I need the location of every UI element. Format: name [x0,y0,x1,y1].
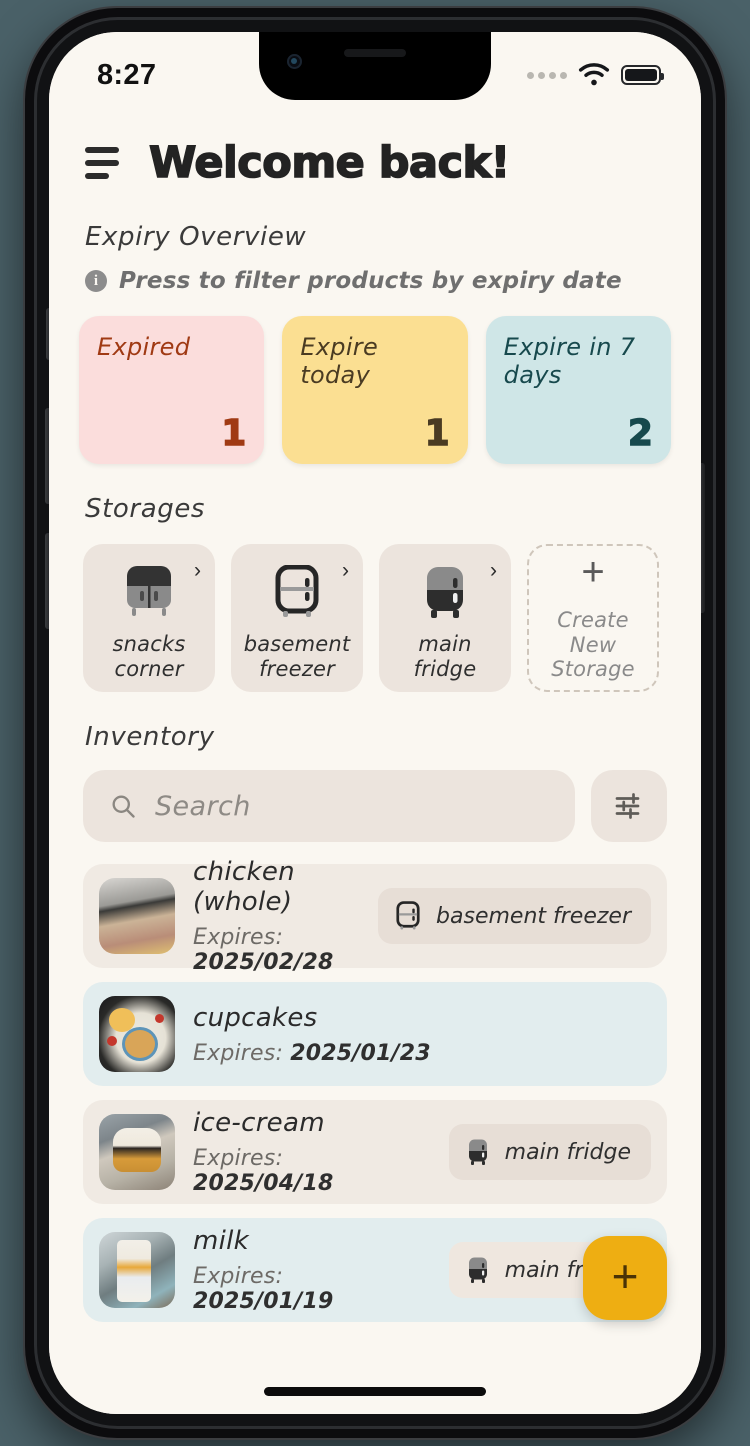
product-name: chicken (whole) [193,857,295,917]
cabinet-icon [121,564,177,620]
battery-icon [621,65,664,85]
filter-button[interactable] [591,770,667,842]
expiry-date: 2025/01/19 [193,1289,334,1314]
expiry-date: 2025/02/28 [193,950,334,975]
fridge-outline-icon [271,564,323,620]
expiry-hint-text: Press to filter products by expiry date [119,268,622,294]
inventory-item[interactable]: cupcakes Expires: 2025/01/23 [83,982,667,1086]
storages-row[interactable]: › snacks corner › basement freezer › mai… [49,544,701,692]
expiry-card-expire-in-7-days[interactable]: Expire in 7 days 2 [485,316,671,464]
inventory-item-texts: milk Expires: 2025/01/19 [193,1226,431,1314]
product-storage-chip[interactable]: main fridge [448,1124,651,1180]
chevron-right-icon: › [490,559,497,582]
home-indicator[interactable] [264,1387,486,1396]
product-expiry: Expires: 2025/04/18 [193,1146,431,1196]
expiry-overview-title: Expiry Overview [85,222,307,252]
expiry-card-count: 2 [627,413,653,454]
inventory-title: Inventory [85,722,215,752]
product-thumbnail [99,878,175,954]
page-title: Welcome back! [148,137,511,189]
storage-chip-label: main fridge [504,1139,631,1165]
product-thumbnail [99,1114,175,1190]
search-icon [112,795,135,818]
expiry-card-count: 1 [424,413,450,454]
expiry-date: 2025/04/18 [193,1171,334,1196]
notch [259,32,491,100]
filter-sliders-icon [615,793,640,819]
inventory-item-texts: cupcakes Expires: 2025/01/23 [193,1003,651,1066]
inventory-item[interactable]: chicken (whole) Expires: 2025/02/28 base… [83,857,667,975]
expiry-card-label: Expire today [300,333,379,389]
expiry-cards-row: Expired 1 Expire today 1 Expire in 7 day… [49,316,701,464]
status-time: 8:27 [97,58,157,91]
create-new-storage-card[interactable]: + Create New Storage [527,544,659,692]
plus-icon: + [581,549,605,594]
inventory-item-texts: ice-cream Expires: 2025/04/18 [193,1108,431,1196]
search-placeholder: Search [155,790,251,822]
product-storage-chip[interactable]: basement freezer [378,888,651,944]
product-name: cupcakes [193,1002,318,1033]
app-root: Welcome back! Expiry Overview i Press to… [49,32,701,1414]
expiry-card-count: 1 [221,413,247,454]
info-icon: i [85,270,107,292]
screenshot-stage: Welcome back! Expiry Overview i Press to… [0,0,750,1446]
status-icons [527,63,664,87]
plus-icon: + [611,1250,639,1302]
product-expiry: Expires: 2025/01/19 [193,1264,431,1314]
earpiece-speaker [344,49,406,57]
inventory-item[interactable]: milk Expires: 2025/01/19 main fridge [83,1218,667,1322]
create-storage-label: Create New Storage [551,607,635,682]
product-name: milk [193,1226,250,1256]
phone-screen: Welcome back! Expiry Overview i Press to… [49,32,701,1414]
chevron-right-icon: › [342,559,349,582]
signal-dots-icon [527,71,567,79]
product-expiry: Expires: 2025/01/23 [193,1041,651,1066]
expiry-card-expire-today[interactable]: Expire today 1 [282,316,468,464]
product-thumbnail [99,996,175,1072]
search-input[interactable]: Search [83,770,575,842]
expiry-card-label: Expire in 7 days [503,333,636,389]
fridge-filled-icon [419,564,471,620]
expires-label: Expires: [193,1146,284,1171]
expiry-card-label: Expired [97,333,191,361]
storage-card-basement-freezer[interactable]: › basement freezer [231,544,363,692]
product-expiry: Expires: 2025/02/28 [193,925,360,975]
storage-card-label: snacks corner [112,632,186,682]
storage-card-main-fridge[interactable]: › main fridge [379,544,511,692]
storage-chip-label: basement freezer [436,903,631,929]
product-thumbnail [99,1232,175,1308]
product-name: ice-cream [193,1108,325,1138]
storage-card-label: main fridge [413,632,477,682]
inventory-item[interactable]: ice-cream Expires: 2025/04/18 main fridg… [83,1100,667,1204]
expiry-card-expired[interactable]: Expired 1 [79,316,265,464]
chevron-right-icon: › [194,559,201,582]
storages-title: Storages [85,494,206,524]
add-product-fab[interactable]: + [583,1236,667,1320]
hamburger-menu-icon[interactable] [83,143,121,183]
app-bar: Welcome back! [49,104,701,192]
fridge-filled-icon [468,1257,487,1283]
wifi-icon [578,63,610,86]
front-camera [287,54,302,69]
fridge-outline-icon [396,901,420,930]
expiry-filter-hint: i Press to filter products by expiry dat… [49,268,701,294]
storage-card-label: basement freezer [243,632,351,682]
expires-label: Expires: [193,1040,284,1066]
expires-label: Expires: [193,925,284,950]
storage-card-snacks-corner[interactable]: › snacks corner [83,544,215,692]
expires-label: Expires: [193,1264,284,1289]
inventory-item-texts: chicken (whole) Expires: 2025/02/28 [193,857,360,975]
phone-frame: Welcome back! Expiry Overview i Press to… [25,8,725,1438]
expiry-date: 2025/01/23 [290,1040,431,1066]
fridge-filled-icon [468,1139,487,1165]
inventory-search-row: Search [49,770,701,842]
